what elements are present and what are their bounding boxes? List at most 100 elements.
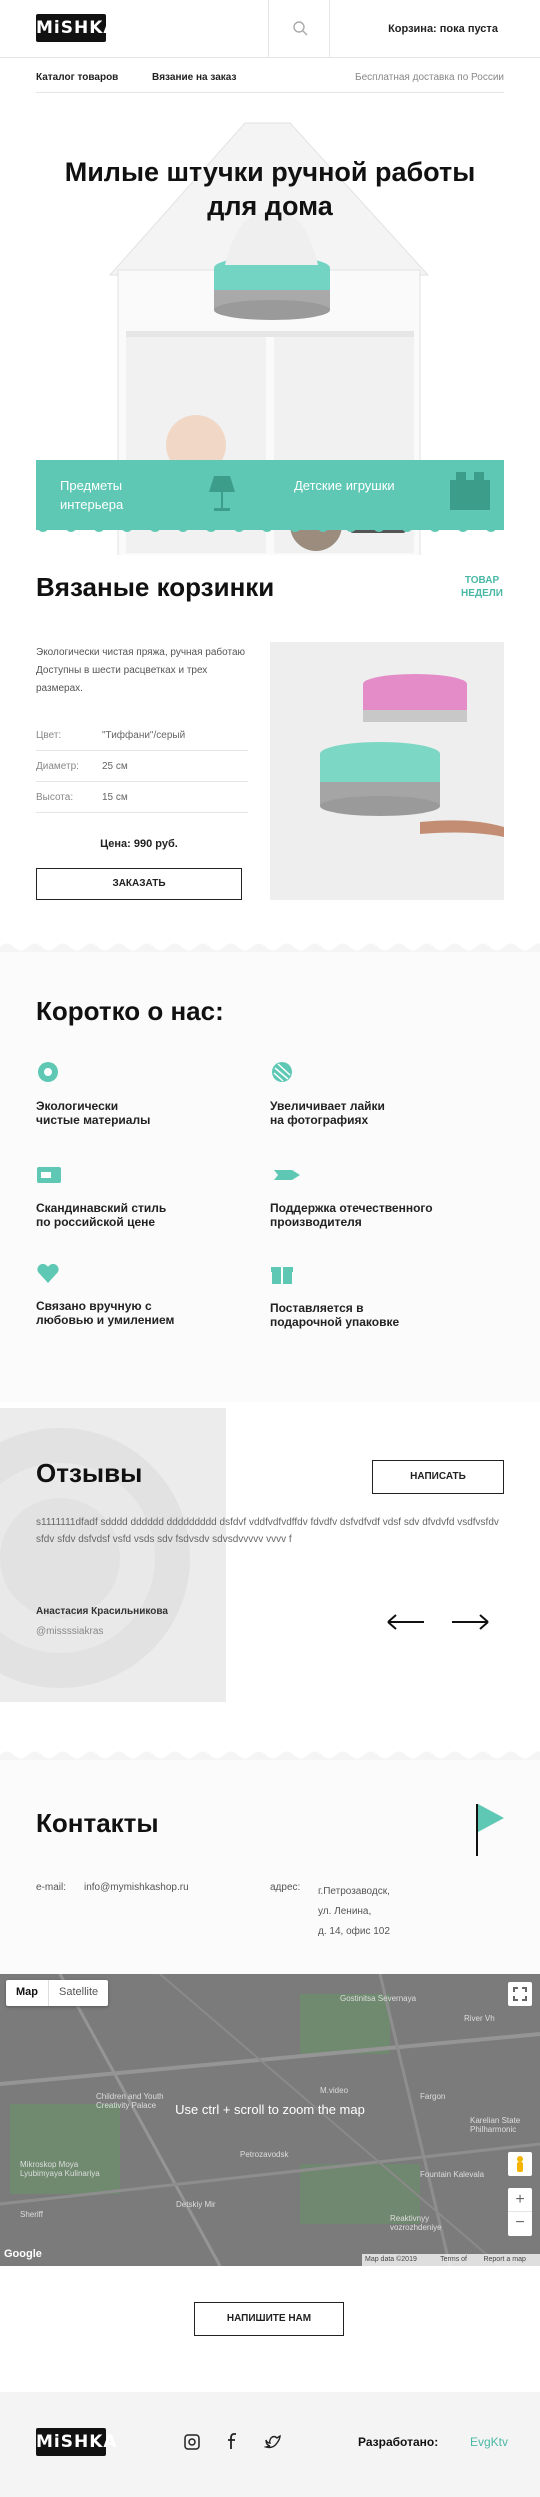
- address-label: адрес:: [270, 1882, 301, 1893]
- card-icon: [37, 1167, 61, 1183]
- map-tab-map[interactable]: Map: [6, 1980, 48, 2006]
- email-label: e-mail:: [36, 1882, 67, 1893]
- category-toys[interactable]: Детские игрушки: [270, 460, 504, 530]
- map-label: Petrozavodsk: [240, 2150, 289, 2159]
- category-toys-label: Детские игрушки: [294, 478, 395, 493]
- facebook-icon[interactable]: [226, 2432, 238, 2450]
- spec-label: Цвет:: [36, 730, 62, 741]
- spec-label: Диаметр:: [36, 761, 79, 772]
- feature-text-line: Скандинавский стиль: [36, 1201, 167, 1215]
- nav-delivery: Бесплатная доставка по России: [355, 72, 504, 83]
- address-line: ул. Ленина,: [318, 1906, 372, 1917]
- feature-item: Экологически чистые материалы: [36, 1060, 256, 1127]
- map-label: M.video: [320, 2086, 349, 2095]
- about-title: Коротко о нас:: [36, 996, 224, 1026]
- heart-icon: [37, 1263, 59, 1283]
- map-label: Karelian State Philharmonic: [470, 2116, 521, 2134]
- logo[interactable]: MiSHKA: [36, 14, 117, 42]
- developer-label: Разработано:: [358, 2435, 439, 2449]
- feature-text-line: подарочной упаковке: [270, 1315, 400, 1329]
- spec-value: 15 см: [102, 792, 128, 803]
- review-author: Анастасия Красильникова: [36, 1606, 168, 1617]
- lego-icon: [450, 472, 490, 510]
- feature-text-line: по российской цене: [36, 1215, 156, 1229]
- spec-label: Высота:: [36, 792, 74, 803]
- arrow-left-icon[interactable]: [386, 1612, 426, 1632]
- twitter-icon[interactable]: [264, 2434, 282, 2450]
- feature-text-line: любовью и умилением: [36, 1313, 175, 1327]
- hero: Милые штучки ручной работы для дома Пред…: [0, 95, 540, 555]
- map-label: Reaktivnyy vozrozhdeniye: [390, 2214, 442, 2232]
- gift-icon: [271, 1267, 293, 1284]
- write-review-button[interactable]: НАПИСАТЬ: [372, 1460, 504, 1494]
- contacts-title: Контакты: [36, 1808, 159, 1838]
- lamp-icon: [209, 476, 235, 511]
- zoom-in-button[interactable]: +: [508, 2188, 532, 2212]
- product-image: [270, 642, 504, 900]
- review-text: s1111111dfadf sdddd dddddd ddddddddd dsf…: [36, 1517, 499, 1545]
- map-report-link[interactable]: Report a map error: [483, 2254, 537, 2266]
- feature-text: Увеличивает лайки на фотографиях: [270, 1099, 510, 1127]
- yarn-icon: [272, 1062, 292, 1082]
- nav-divider: [36, 92, 504, 93]
- search-button[interactable]: [268, 0, 330, 58]
- pegman-icon: [517, 2156, 523, 2172]
- map-attribution: Map data ©2019 Google Terms of Use Repor…: [362, 2254, 540, 2266]
- nav-custom[interactable]: Вязание на заказ: [152, 64, 236, 92]
- baskets-image: [320, 674, 504, 837]
- footer-logo[interactable]: MiSHKA: [36, 2428, 117, 2456]
- developer-link[interactable]: EvgKtv: [470, 2435, 508, 2449]
- map-label: River Vh: [464, 2014, 495, 2023]
- order-button[interactable]: ЗАКАЗАТЬ: [36, 868, 242, 900]
- spec-value: "Тиффани"/серый: [102, 730, 186, 741]
- spec-value: 25 см: [102, 761, 128, 772]
- map-label: Detskiy Mir: [176, 2200, 216, 2209]
- map[interactable]: Gostinitsa Severnaya River Vh Children a…: [0, 1974, 540, 2266]
- product-description: Экологически чистая пряжа, ручная работа…: [36, 647, 246, 694]
- map-label: Sheriff: [20, 2210, 43, 2219]
- google-logo[interactable]: Google: [4, 2248, 42, 2260]
- map-label: Fargon: [420, 2092, 446, 2101]
- contacts-section-bg: [0, 1760, 540, 1974]
- reviews-title: Отзывы: [36, 1458, 143, 1488]
- map-tab-satellite[interactable]: Satellite: [48, 1980, 108, 2006]
- feature-text-line: Экологически: [36, 1099, 119, 1113]
- instagram-icon[interactable]: [184, 2434, 200, 2450]
- zoom-out-button[interactable]: −: [508, 2212, 532, 2236]
- site-header: MiSHKA Корзина: пока пуста: [0, 0, 540, 58]
- feature-text: Экологически чистые материалы: [36, 1099, 256, 1127]
- nav-catalog[interactable]: Каталог товаров: [36, 64, 118, 92]
- address-line: г.Петрозаводск,: [318, 1886, 390, 1897]
- feature-text: Поддержка отечественного производителя: [270, 1201, 510, 1229]
- product-title: Вязаные корзинки: [36, 572, 275, 602]
- search-icon: [293, 21, 308, 36]
- feature-text-line: Увеличивает лайки: [270, 1099, 385, 1113]
- map-label: Gostinitsa Severnaya: [340, 1994, 417, 2003]
- feature-text: Поставляется в подарочной упаковке: [270, 1301, 510, 1329]
- spec-row: Высота: 15 см: [36, 782, 248, 813]
- map-label: Fountain Kalevala: [420, 2170, 485, 2179]
- zoom-controls: + −: [508, 2188, 532, 2236]
- pegman-button[interactable]: [508, 2152, 532, 2176]
- map-terms-link[interactable]: Terms of Use: [440, 2254, 477, 2266]
- cart-status[interactable]: Корзина: пока пуста: [346, 0, 540, 58]
- spec-row: Диаметр: 25 см: [36, 751, 248, 782]
- flag-icon: [476, 1804, 504, 1856]
- badge-line-1: ТОВАР: [464, 575, 500, 586]
- feature-item: Поставляется в подарочной упаковке: [270, 1262, 510, 1329]
- fullscreen-button[interactable]: [508, 1982, 532, 2006]
- fullscreen-icon: [513, 1987, 527, 2001]
- hero-title: Милые штучки ручной работы для дома: [64, 157, 476, 221]
- write-us-button[interactable]: НАПИШИТЕ НАМ: [194, 2302, 344, 2336]
- feature-text: Связано вручную с любовью и умилением: [36, 1299, 256, 1327]
- review-handle[interactable]: @missssiakras: [36, 1626, 103, 1637]
- category-interior[interactable]: Предметы интерьера: [36, 460, 270, 530]
- feature-text-line: Поставляется в: [270, 1301, 364, 1315]
- wave-divider: [36, 527, 504, 532]
- knit-texture: [0, 1428, 190, 1688]
- arrow-right-icon[interactable]: [450, 1612, 490, 1632]
- feature-text-line: производителя: [270, 1215, 362, 1229]
- feature-text: Скандинавский стиль по российской цене: [36, 1201, 256, 1229]
- email-link[interactable]: info@mymishkashop.ru: [84, 1882, 189, 1893]
- product-badge: ТОВАР НЕДЕЛИ: [460, 574, 504, 600]
